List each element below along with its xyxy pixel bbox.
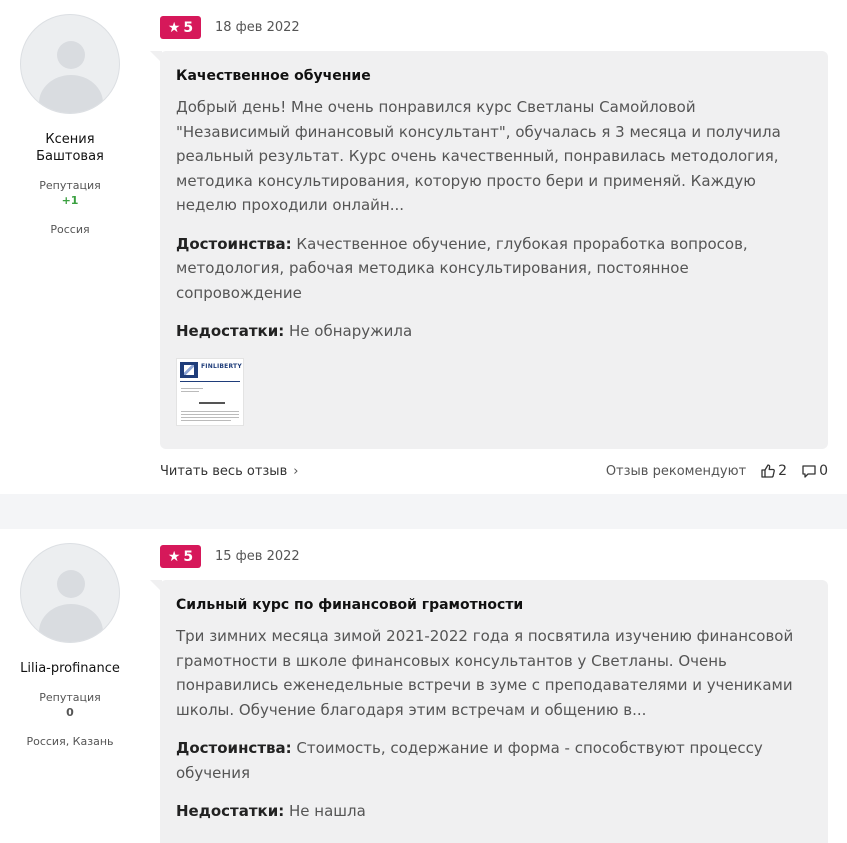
reputation-label: Репутация xyxy=(39,179,101,192)
cons-label: Недостатки: xyxy=(176,322,285,340)
review-pros: Достоинства: Качественное обучение, глуб… xyxy=(176,232,812,306)
review-meta: ★ 5 15 фев 2022 xyxy=(160,545,300,568)
comment-button[interactable]: 0 xyxy=(801,463,828,479)
cons-text: Не обнаружила xyxy=(289,322,413,340)
pros-label: Достоинства: xyxy=(176,234,292,253)
review-text: Добрый день! Мне очень понравился курс С… xyxy=(176,98,781,214)
author-location: Россия xyxy=(50,223,90,236)
review-card: Ксения Баштовая Репутация +1 Россия ★ 5 … xyxy=(0,0,847,494)
cons-text: Не нашла xyxy=(289,802,366,820)
review-pros: Достоинства: Стоимость, содержание и фор… xyxy=(176,736,812,785)
attachment-logo-text: FINLIBERTY xyxy=(201,362,242,370)
comment-icon xyxy=(802,465,816,478)
review-cons: Недостатки: Не обнаружила xyxy=(176,319,812,344)
rating-value: 5 xyxy=(183,548,194,565)
comment-count: 0 xyxy=(819,463,828,479)
review-body: Сильный курс по финансовой грамотности Т… xyxy=(150,580,828,843)
author-location: Россия, Казань xyxy=(26,735,114,748)
review-card: Lilia-profinance Репутация 0 Россия, Каз… xyxy=(0,529,847,843)
avatar[interactable] xyxy=(20,14,120,114)
review-title[interactable]: Качественное обучение xyxy=(176,65,812,87)
read-more-link[interactable]: Читать весь отзыв › xyxy=(160,464,298,479)
pros-label: Достоинства: xyxy=(176,739,292,757)
review-author: Ксения Баштовая Репутация +1 Россия xyxy=(0,14,140,236)
like-count: 2 xyxy=(778,463,788,479)
reputation-value: 0 xyxy=(66,706,74,719)
finliberty-logo-icon xyxy=(180,361,198,378)
star-icon: ★ xyxy=(167,548,181,565)
rating-value: 5 xyxy=(183,19,194,36)
review-meta: ★ 5 18 фев 2022 xyxy=(160,16,300,39)
review-author: Lilia-profinance Репутация 0 Россия, Каз… xyxy=(0,543,140,748)
review-text: Три зимних месяца зимой 2021-2022 года я… xyxy=(176,627,794,719)
cons-label: Недостатки: xyxy=(176,802,285,820)
author-name[interactable]: Ксения Баштовая xyxy=(0,131,140,165)
rating-badge: ★ 5 xyxy=(160,545,201,568)
read-more-label: Читать весь отзыв xyxy=(160,463,288,479)
author-name[interactable]: Lilia-profinance xyxy=(0,660,140,677)
review-body: Качественное обучение Добрый день! Мне о… xyxy=(150,51,828,449)
avatar[interactable] xyxy=(20,543,120,643)
thumbs-up-icon xyxy=(761,464,776,478)
reputation-label: Репутация xyxy=(39,691,101,704)
review-date: 15 фев 2022 xyxy=(215,549,300,564)
like-button[interactable]: 2 xyxy=(760,463,787,479)
review-title[interactable]: Сильный курс по финансовой грамотности xyxy=(176,594,812,616)
rating-badge: ★ 5 xyxy=(160,16,201,39)
attachment-thumbnail[interactable]: FINLIBERTY xyxy=(176,357,244,426)
reputation-value: +1 xyxy=(61,194,79,207)
star-icon: ★ xyxy=(167,19,181,36)
review-feedback: Отзыв рекомендуют 2 0 xyxy=(606,463,828,479)
review-cons: Недостатки: Не нашла xyxy=(176,799,812,824)
chevron-right-icon: › xyxy=(293,463,299,479)
recommend-label: Отзыв рекомендуют xyxy=(605,463,747,479)
review-date: 18 фев 2022 xyxy=(215,20,300,35)
review-footer: Читать весь отзыв › Отзыв рекомендуют 2 … xyxy=(160,462,828,480)
